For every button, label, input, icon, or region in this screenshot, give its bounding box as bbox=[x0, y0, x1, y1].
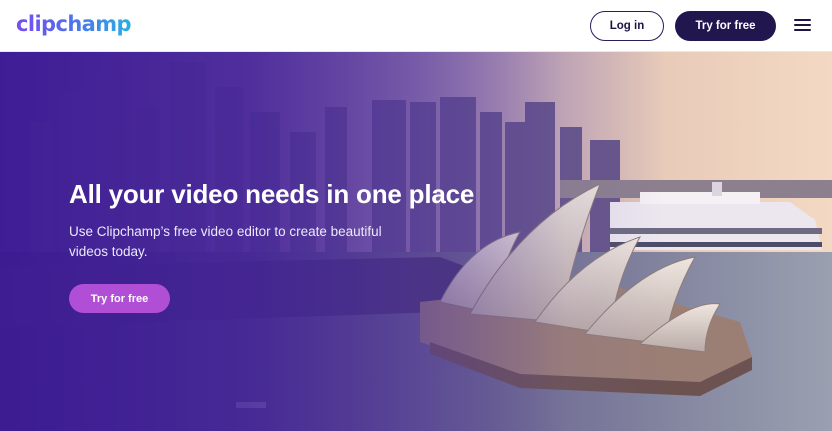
hero-section: All your video needs in one place Use Cl… bbox=[0, 52, 832, 431]
login-button[interactable]: Log in bbox=[590, 11, 664, 41]
hero-subtitle: Use Clipchamp’s free video editor to cre… bbox=[69, 224, 382, 259]
try-for-free-hero-button[interactable]: Try for free bbox=[69, 284, 170, 313]
hamburger-menu-icon[interactable] bbox=[793, 17, 812, 33]
hero-title: All your video needs in one place bbox=[69, 179, 475, 209]
clipchamp-logo[interactable]: clipchamp bbox=[16, 11, 132, 37]
top-navigation-bar: clipchamp Log in Try for free bbox=[0, 0, 832, 52]
try-for-free-nav-button[interactable]: Try for free bbox=[675, 11, 776, 41]
